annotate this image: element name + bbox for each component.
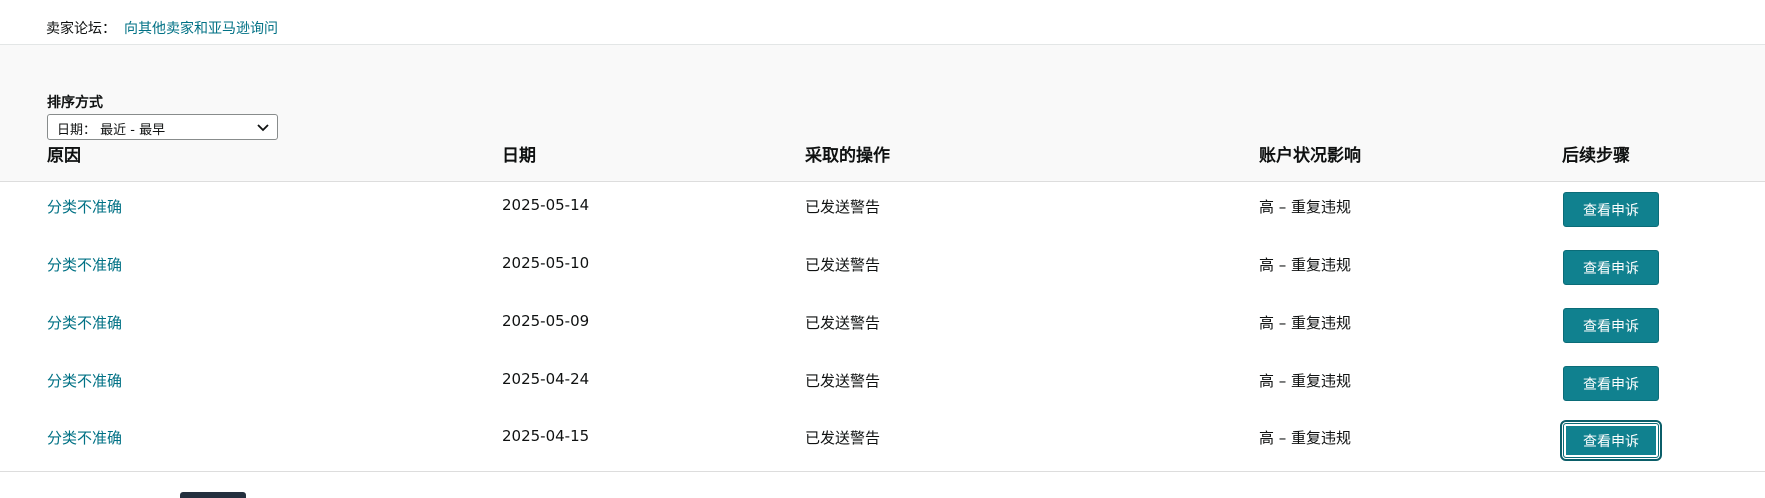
view-appeal-button[interactable]: 查看申诉 (1563, 192, 1659, 227)
action-cell: 已发送警告 (805, 314, 881, 332)
reason-link[interactable]: 分类不准确 (47, 312, 122, 333)
sort-selected-value: 日期： 最近 - 最早 (57, 123, 166, 138)
sort-label: 排序方式 (47, 95, 103, 111)
date-cell: 2025-04-24 (502, 370, 590, 388)
reason-link[interactable]: 分类不准确 (47, 254, 122, 275)
view-appeal-button[interactable]: 查看申诉 (1563, 366, 1659, 401)
column-header-impact: 账户状况影响 (1259, 146, 1361, 166)
forum-link[interactable]: 向其他卖家和亚马逊询问 (124, 18, 278, 38)
impact-cell: 高 – 重复违规 (1259, 314, 1352, 332)
action-cell: 已发送警告 (805, 198, 881, 216)
impact-cell: 高 – 重复违规 (1259, 372, 1352, 390)
date-cell: 2025-04-15 (502, 427, 590, 445)
table-row: 分类不准确 2025-05-10 已发送警告 高 – 重复违规 查看申诉 (0, 240, 1765, 299)
view-appeal-button[interactable]: 查看申诉 (1563, 250, 1659, 285)
table-row: 分类不准确 2025-05-09 已发送警告 高 – 重复违规 查看申诉 (0, 298, 1765, 357)
chevron-down-icon (257, 124, 269, 132)
impact-cell: 高 – 重复违规 (1259, 429, 1352, 447)
forum-label: 卖家论坛： (46, 21, 116, 37)
reason-link[interactable]: 分类不准确 (47, 427, 122, 448)
column-header-reason: 原因 (47, 146, 81, 166)
action-cell: 已发送警告 (805, 372, 881, 390)
column-header-next-steps: 后续步骤 (1562, 146, 1630, 166)
action-cell: 已发送警告 (805, 256, 881, 274)
reason-link[interactable]: 分类不准确 (47, 370, 122, 391)
impact-cell: 高 – 重复违规 (1259, 256, 1352, 274)
column-header-date: 日期 (502, 146, 536, 166)
pagination-button[interactable] (180, 492, 246, 498)
view-appeal-button[interactable]: 查看申诉 (1560, 420, 1662, 461)
date-cell: 2025-05-09 (502, 312, 590, 330)
action-cell: 已发送警告 (805, 429, 881, 447)
column-header-action: 采取的操作 (805, 146, 890, 166)
table-row: 分类不准确 2025-05-14 已发送警告 高 – 重复违规 查看申诉 (0, 182, 1765, 241)
sort-select[interactable]: 日期： 最近 - 最早 (47, 114, 278, 140)
date-cell: 2025-05-14 (502, 196, 590, 214)
reason-link[interactable]: 分类不准确 (47, 196, 122, 217)
table-row: 分类不准确 2025-04-24 已发送警告 高 – 重复违规 查看申诉 (0, 356, 1765, 415)
view-appeal-button[interactable]: 查看申诉 (1563, 308, 1659, 343)
date-cell: 2025-05-10 (502, 254, 590, 272)
impact-cell: 高 – 重复违规 (1259, 198, 1352, 216)
table-row: 分类不准确 2025-04-15 已发送警告 高 – 重复违规 查看申诉 (0, 413, 1765, 472)
seller-forum-bar: 卖家论坛： 向其他卖家和亚马逊询问 (0, 0, 1765, 45)
